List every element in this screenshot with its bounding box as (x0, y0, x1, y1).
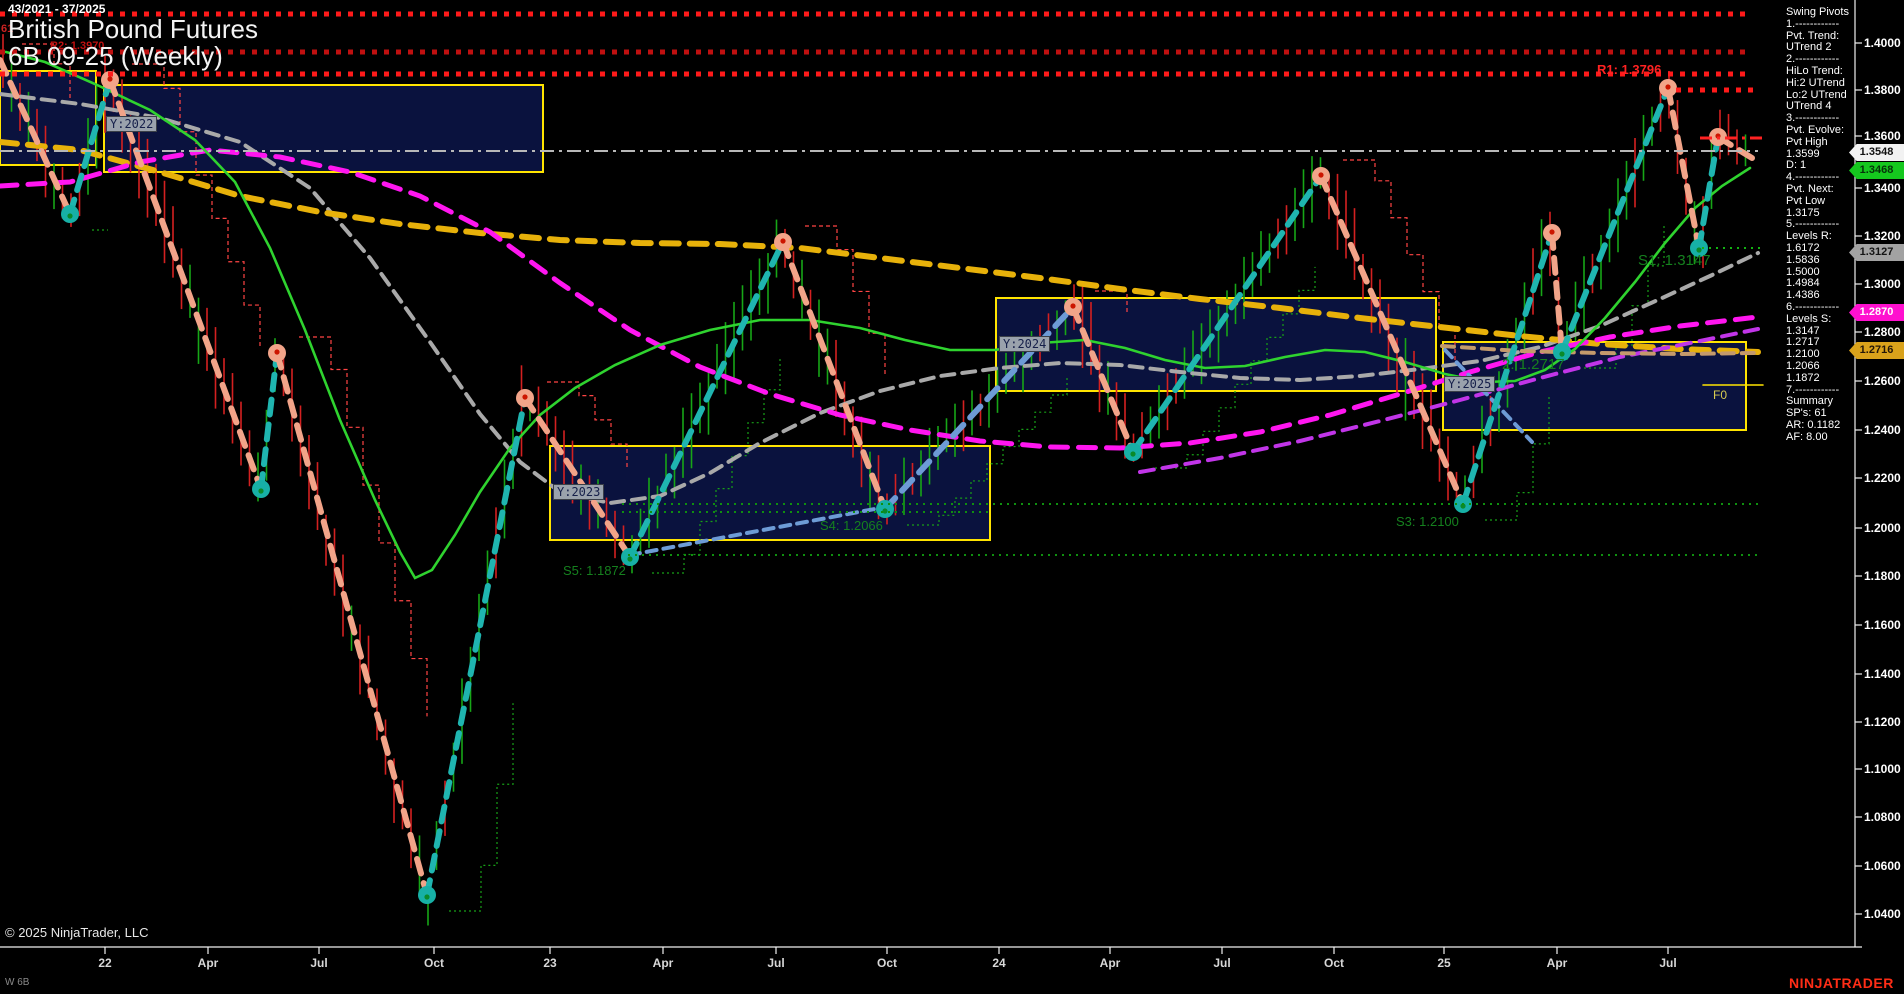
page-title: British Pound Futures (8, 14, 259, 44)
time-axis-label: 24 (992, 956, 1006, 970)
panel-line: 1.2066 (1786, 359, 1820, 372)
ma-gold (0, 139, 1761, 355)
price-axis-label: 1.0600 (1864, 859, 1901, 873)
ninjatrader-logo: NINJATRADER (1789, 975, 1894, 991)
time-axis-label: Jul (1659, 956, 1677, 970)
price-axis-label: 1.3600 (1864, 129, 1901, 143)
r1-label: R1: 1.3796 (1597, 62, 1662, 77)
panel-line: 1.1872 (1786, 371, 1820, 384)
year-box-label: Y:2022 (106, 116, 158, 132)
price-axis-label: 1.0400 (1864, 907, 1901, 921)
panel-line: Hi:2 UTrend (1786, 76, 1845, 89)
s4-label: S4: 1.2066 (820, 518, 883, 533)
f0-label: F0 (1713, 388, 1728, 402)
year-range-box (549, 445, 991, 541)
s3-label: S3: 1.2100 (1396, 514, 1459, 529)
swing-leg-up (424, 395, 528, 898)
panel-line: 1.5836 (1786, 253, 1820, 266)
panel-line: AF: 8.00 (1786, 430, 1828, 443)
panel-line: AR: 0.1182 (1786, 418, 1841, 431)
price-axis-label: 1.3000 (1864, 277, 1901, 291)
instrument-subtitle: 6B 09-25 (Weekly) (8, 41, 223, 71)
time-axis-label: Apr (1546, 956, 1568, 970)
time-axis-label: Apr (197, 956, 219, 970)
s2-label: 2: 1.2717 (1502, 356, 1565, 373)
panel-line: Levels S: (1786, 312, 1832, 325)
time-axis-label: 25 (1437, 956, 1451, 970)
price-axis-label: 1.3200 (1864, 229, 1901, 243)
price-axis-label: 1.1400 (1864, 667, 1901, 681)
price-axis-label: 1.4000 (1864, 36, 1901, 50)
panel-line: 1.------------ (1786, 17, 1840, 30)
panel-line: 1.6172 (1786, 241, 1820, 254)
price-axis-label: 1.2600 (1864, 374, 1901, 388)
title-block: 43/2021 - 37/2025 British Pound Futures … (8, 2, 258, 70)
time-axis-label: Oct (876, 956, 898, 970)
panel-line: Pvt. Next: (1786, 182, 1834, 195)
swing-pivots-panel: Swing Pivots 1.------------ Pvt. Trend: UTr… (1786, 6, 1860, 443)
swing-leg-up (258, 350, 280, 492)
panel-line: Pvt. Evolve: (1786, 123, 1845, 136)
time-axis-label: Apr (652, 956, 674, 970)
time-axis-label: Apr (1099, 956, 1121, 970)
year-box-label: Y:2024 (999, 336, 1051, 352)
swing-leg-up (1559, 85, 1671, 355)
time-axis-label: Jul (767, 956, 785, 970)
s1-label: S1: 1.3147 (1638, 252, 1711, 269)
panel-line: Pvt High (1786, 135, 1828, 148)
time-axis-label: Jul (1213, 956, 1231, 970)
price-axis-label: 1.1800 (1864, 569, 1901, 583)
price-axis-label: 1.1600 (1864, 618, 1901, 632)
price-axis-label: 1.2400 (1864, 423, 1901, 437)
swing-leg-down (1665, 85, 1702, 251)
instrument-code: W 6B (5, 977, 30, 988)
price-axis-label: 1.1000 (1864, 762, 1901, 776)
time-axis-label: Oct (423, 956, 445, 970)
panel-line: HiLo Trend: (1786, 64, 1843, 77)
price-axis-label: 1.2200 (1864, 471, 1901, 485)
price-axis-label: 1.2800 (1864, 325, 1901, 339)
chart-window: 43/2021 - 37/2025 British Pound Futures … (0, 0, 1904, 994)
time-axis-label: 22 (98, 956, 112, 970)
swing-leg-down (1549, 230, 1565, 355)
price-axis-label: 1.0800 (1864, 810, 1901, 824)
year-box-label: Y:2025 (1444, 376, 1496, 392)
swing-leg-down (274, 350, 430, 898)
time-axis[interactable] (0, 948, 1855, 994)
price-axis-label: 1.2000 (1864, 521, 1901, 535)
copyright-text: © 2025 NinjaTrader, LLC (5, 925, 149, 940)
time-axis-label: Oct (1323, 956, 1345, 970)
price-chart-canvas[interactable] (0, 0, 1904, 994)
s5-label: S5: 1.1872 (563, 563, 626, 578)
panel-line: Pvt Low (1786, 194, 1826, 207)
year-box-label: Y:2023 (553, 484, 605, 500)
price-axis-label: 1.1200 (1864, 715, 1901, 729)
price-axis-label: 1.3800 (1864, 83, 1901, 97)
time-axis-label: Jul (310, 956, 328, 970)
panel-line: 6.------------ (1786, 300, 1840, 313)
time-axis-label: 23 (543, 956, 557, 970)
price-axis-label: 1.3400 (1864, 181, 1901, 195)
